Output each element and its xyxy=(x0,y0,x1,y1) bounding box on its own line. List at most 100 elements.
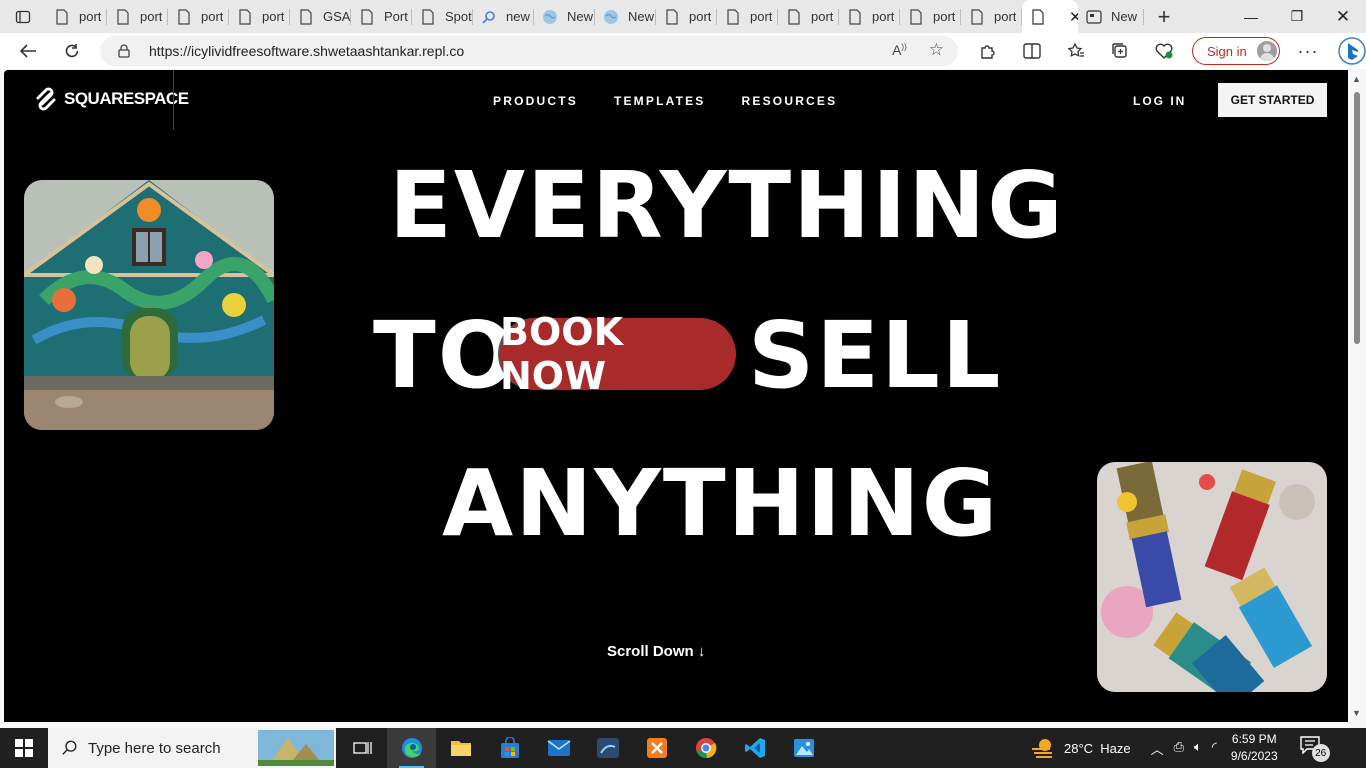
address-bar[interactable]: https://icylividfreesoftware.shwetaashta… xyxy=(100,36,958,66)
settings-more-button[interactable]: ··· xyxy=(1286,33,1330,69)
mysql-workbench-button[interactable] xyxy=(583,728,632,768)
tab[interactable]: New xyxy=(534,0,595,33)
tab-label: Port xyxy=(384,9,408,24)
nav-templates[interactable]: TEMPLATES xyxy=(614,94,706,108)
tab[interactable]: Spot xyxy=(412,0,473,33)
tab[interactable]: port xyxy=(656,0,717,33)
tab-label: Spot xyxy=(445,9,472,24)
photos-button[interactable] xyxy=(779,728,828,768)
tab-actions-icon xyxy=(15,10,31,23)
scroll-down-arrow-icon[interactable]: ▼ xyxy=(1352,708,1361,718)
file-explorer-button[interactable] xyxy=(436,728,485,768)
book-now-button[interactable]: BOOK NOW xyxy=(500,310,736,398)
site-navigation: PRODUCTS TEMPLATES RESOURCES xyxy=(493,94,837,108)
tab-label: port xyxy=(933,9,956,24)
network-icon[interactable]: ◜ xyxy=(1212,739,1217,758)
squarespace-logo[interactable]: SQUARESPACE xyxy=(34,84,189,114)
search-icon xyxy=(62,740,77,755)
tab[interactable]: port xyxy=(778,0,839,33)
tab-label: port xyxy=(811,9,834,24)
scroll-down-link[interactable]: Scroll Down ↓ xyxy=(607,643,705,660)
mail-button[interactable] xyxy=(534,728,583,768)
close-window-button[interactable]: ✕ xyxy=(1320,0,1366,33)
avatar-icon xyxy=(1256,41,1277,61)
tab[interactable]: port xyxy=(46,0,107,33)
tab[interactable]: port xyxy=(900,0,961,33)
tab[interactable]: port xyxy=(717,0,778,33)
favorites-icon xyxy=(1067,42,1084,57)
tab[interactable]: port xyxy=(961,0,1022,33)
page-scrollbar[interactable]: ▲ ▼ xyxy=(1348,70,1366,722)
edge-taskbar-button[interactable] xyxy=(387,728,436,768)
navigation-bar: https://icylividfreesoftware.shwetaashta… xyxy=(0,33,1366,69)
tab-label: port xyxy=(262,9,285,24)
newtab-page-icon xyxy=(1086,9,1102,25)
tab-label: GSA xyxy=(323,9,351,24)
tab-last[interactable]: New xyxy=(1078,0,1144,33)
tab[interactable]: Port xyxy=(351,0,412,33)
lock-icon[interactable] xyxy=(118,44,134,58)
mural-house-image xyxy=(24,180,274,430)
mail-icon xyxy=(547,740,570,756)
tab-label: New xyxy=(628,9,655,24)
browser-essentials-button[interactable] xyxy=(1142,33,1186,69)
paint-brushes-image xyxy=(1097,462,1327,692)
start-button[interactable] xyxy=(0,728,48,768)
close-tab-icon[interactable]: ✕ xyxy=(1069,8,1078,26)
xampp-button[interactable] xyxy=(632,728,681,768)
tab[interactable]: new xyxy=(473,0,534,33)
tab[interactable]: port xyxy=(107,0,168,33)
refresh-button[interactable] xyxy=(50,33,94,69)
favorites-button[interactable] xyxy=(1054,33,1098,69)
favorite-star-icon[interactable]: ☆ xyxy=(929,40,944,60)
taskbar-search-box[interactable]: Type here to search xyxy=(48,728,336,768)
nav-resources[interactable]: RESOURCES xyxy=(742,94,838,108)
microsoft-store-button[interactable] xyxy=(485,728,534,768)
tab-active[interactable]: ✕ xyxy=(1022,0,1078,33)
back-button[interactable] xyxy=(6,33,50,69)
tab-label: port xyxy=(689,9,712,24)
windows-taskbar: Type here to search 28°C Haze ︿ ⎙ 🔈︎ ◜ 6… xyxy=(0,728,1366,768)
page-viewport: SQUARESPACE PRODUCTS TEMPLATES RESOURCES… xyxy=(4,70,1348,722)
weather-widget[interactable]: 28°C Haze xyxy=(1030,737,1131,759)
vscode-button[interactable] xyxy=(730,728,779,768)
sign-in-button[interactable]: Sign in xyxy=(1192,37,1280,65)
restore-button[interactable]: ❐ xyxy=(1274,0,1320,33)
page-icon xyxy=(115,8,131,25)
minimize-button[interactable]: — xyxy=(1228,0,1274,33)
scroll-up-arrow-icon[interactable]: ▲ xyxy=(1352,74,1361,84)
tab-label: New xyxy=(567,9,594,24)
tab-actions-button[interactable] xyxy=(0,0,46,33)
get-started-button[interactable]: GET STARTED xyxy=(1218,83,1327,117)
hero-line-to: TO xyxy=(373,302,518,409)
login-link[interactable]: LOG IN xyxy=(1133,94,1186,108)
heart-pulse-icon xyxy=(1155,43,1173,59)
tab[interactable]: GSA xyxy=(290,0,351,33)
nav-products[interactable]: PRODUCTS xyxy=(493,94,578,108)
tab-label: port xyxy=(201,9,224,24)
squarespace-logo-icon xyxy=(36,87,56,111)
url-text[interactable]: https://icylividfreesoftware.shwetaashta… xyxy=(149,43,464,59)
tab[interactable]: port xyxy=(229,0,290,33)
tab[interactable]: port xyxy=(839,0,900,33)
task-view-button[interactable] xyxy=(338,728,387,768)
task-view-icon xyxy=(352,742,372,754)
weather-text: 28°C Haze xyxy=(1064,740,1131,756)
edge-icon xyxy=(401,738,422,758)
show-hidden-icons-chevron-icon[interactable]: ︿ xyxy=(1151,739,1164,758)
tab[interactable]: New xyxy=(595,0,656,33)
clock[interactable]: 6:59 PM 9/6/2023 xyxy=(1231,731,1278,765)
scrollbar-thumb[interactable] xyxy=(1354,92,1360,344)
tab[interactable]: port xyxy=(168,0,229,33)
new-tab-button[interactable]: + xyxy=(1144,0,1184,33)
meet-now-icon[interactable]: ⎙ xyxy=(1174,739,1184,758)
read-aloud-icon[interactable]: A)) xyxy=(892,42,907,60)
chrome-icon xyxy=(695,738,716,759)
notification-center-button[interactable]: 26 xyxy=(1299,736,1330,762)
volume-icon[interactable]: 🔈︎ xyxy=(1194,739,1202,758)
bing-chat-button[interactable] xyxy=(1330,33,1366,69)
collections-button[interactable] xyxy=(1098,33,1142,69)
split-screen-button[interactable] xyxy=(1010,33,1054,69)
chrome-button[interactable] xyxy=(681,728,730,768)
extensions-button[interactable] xyxy=(966,33,1010,69)
